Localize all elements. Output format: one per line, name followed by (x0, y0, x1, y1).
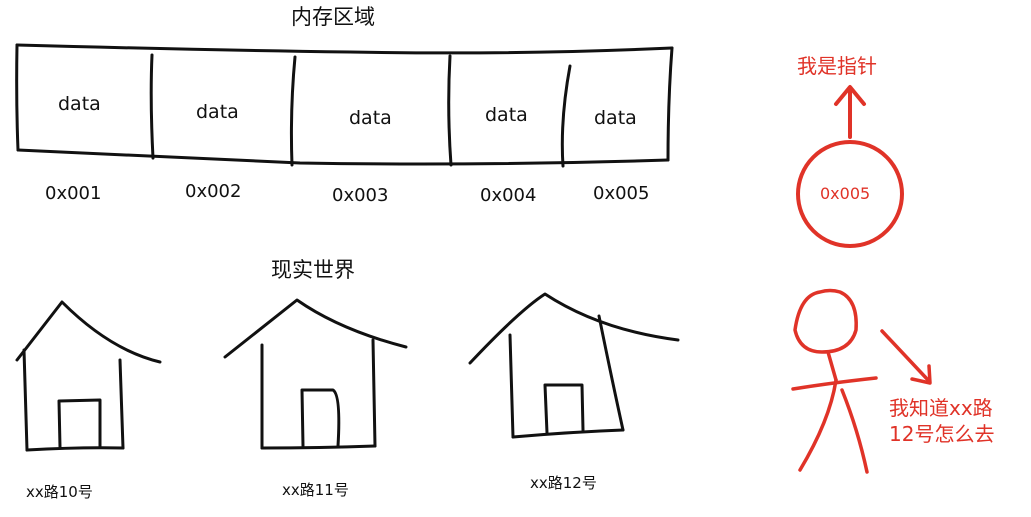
house-3-roof (468, 292, 680, 365)
memory-strip (15, 43, 674, 168)
house-2-floor (260, 444, 377, 450)
person-right-leg (840, 388, 869, 474)
memory-strip-top (15, 43, 674, 55)
house-2-door (300, 388, 341, 448)
house-1-left-wall (22, 348, 29, 452)
memory-address-4: 0x004 (480, 185, 537, 206)
memory-address-3: 0x003 (332, 185, 389, 206)
house-3-floor (511, 428, 625, 439)
memory-strip-bottom (16, 148, 670, 166)
memory-address-1: 0x001 (45, 183, 102, 204)
house-3-right-wall (597, 314, 625, 432)
memory-address-5: 0x005 (593, 183, 650, 204)
person-speech: 我知道xx路 12号怎么去 (889, 395, 994, 447)
pointer-value: 0x005 (820, 184, 871, 203)
pointer-graphic (796, 85, 904, 248)
house-2-label: xx路11号 (282, 481, 349, 499)
person-neck (826, 350, 838, 382)
house-2-roof (223, 298, 408, 359)
house-3-left-wall (508, 333, 515, 439)
house-2 (223, 298, 408, 450)
house-1-right-wall (118, 358, 125, 450)
person-speech-line-2: 12号怎么去 (889, 422, 995, 446)
memory-title: 内存区域 (291, 5, 375, 29)
houses (15, 292, 680, 452)
person-arrow-shaft (880, 329, 930, 382)
memory-cell-3-label: data (349, 107, 392, 129)
memory-cell-1-label: data (58, 93, 101, 115)
memory-cell-2-label: data (196, 101, 239, 123)
memory-divider-2 (289, 55, 297, 167)
person-head (793, 288, 858, 354)
house-1 (15, 300, 162, 452)
memory-strip-right (666, 46, 674, 162)
pointer-label: 我是指针 (797, 54, 877, 78)
memory-address-2: 0x002 (185, 181, 242, 202)
house-1-floor (25, 446, 125, 452)
house-2-right-wall (371, 338, 377, 448)
house-3-label: xx路12号 (530, 474, 597, 492)
memory-divider-1 (149, 53, 155, 160)
house-3 (468, 292, 680, 439)
memory-cell-4-label: data (485, 104, 528, 126)
memory-divider-4 (560, 64, 572, 168)
memory-divider-3 (447, 54, 453, 167)
person-speech-line-1: 我知道xx路 (889, 396, 993, 420)
house-3-door (543, 383, 585, 435)
memory-strip-left (15, 43, 20, 152)
real-world-title: 现实世界 (271, 258, 355, 282)
house-1-roof (15, 300, 162, 364)
house-1-label: xx路10号 (26, 483, 93, 501)
memory-cell-5-label: data (594, 107, 637, 129)
person-body-left-leg (798, 378, 838, 472)
house-1-door (57, 398, 102, 449)
